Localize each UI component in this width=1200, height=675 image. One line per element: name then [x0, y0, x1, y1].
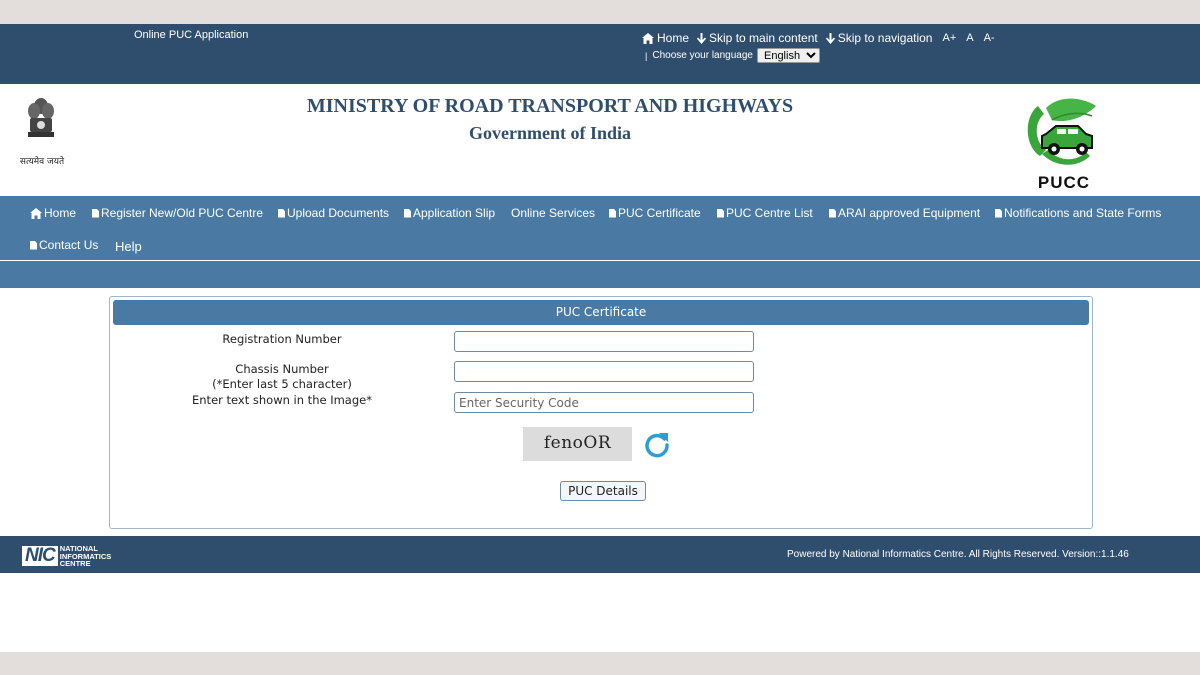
nav-register-puc-centre[interactable]: Register New/Old PUC Centre	[92, 206, 263, 220]
nav-upload-label: Upload Documents	[287, 206, 390, 220]
nav-home[interactable]: Home	[30, 206, 76, 220]
document-icon	[829, 208, 836, 218]
skip-main-link[interactable]: Skip to main content	[697, 31, 818, 45]
divider: |	[645, 50, 648, 61]
home-icon	[30, 207, 42, 219]
language-chooser: | Choose your language English	[645, 48, 820, 63]
nav-help[interactable]: Help	[115, 239, 142, 254]
powered-by-text: Powered by National Informatics Centre. …	[787, 549, 1129, 560]
document-icon	[609, 208, 616, 218]
chassis-number-label: Chassis Number	[235, 362, 329, 376]
font-decrease-button[interactable]: A-	[984, 32, 995, 44]
pucc-logo: PUCC	[1027, 98, 1096, 192]
font-normal-button[interactable]: A	[966, 32, 973, 44]
nic-name: NATIONAL INFORMATICS CENTRE	[60, 545, 112, 568]
registration-number-input[interactable]	[454, 331, 754, 352]
nic-line-3: CENTRE	[59, 559, 91, 568]
nav-online-services-label: Online Services	[511, 206, 596, 220]
top-home-link[interactable]: Home	[642, 31, 689, 45]
nav-application-slip[interactable]: Application Slip	[404, 206, 495, 220]
emblem-caption: सत्यमेव जयते	[19, 157, 65, 167]
nav-home-label: Home	[44, 206, 77, 220]
site-header: सत्यमेव जयते MINISTRY OF ROAD TRANSPORT …	[0, 84, 1200, 196]
main-nav: Home Register New/Old PUC Centre Upload …	[0, 196, 1200, 260]
nav-puc-centre-list[interactable]: PUC Centre List	[717, 206, 813, 220]
government-title: Government of India	[469, 123, 631, 143]
site-footer: NIC NATIONAL INFORMATICS CENTRE Powered …	[0, 536, 1200, 573]
nic-logo: NIC NATIONAL INFORMATICS CENTRE	[22, 545, 111, 568]
captcha-image: fenoOR	[523, 427, 632, 461]
sub-bar	[0, 261, 1200, 288]
document-icon	[92, 208, 99, 218]
app-title: Online PUC Application	[134, 29, 249, 41]
puc-certificate-form: PUC Certificate Registration Number Chas…	[109, 296, 1093, 529]
nav-online-services[interactable]: Online Services	[511, 206, 595, 220]
document-icon	[717, 208, 724, 218]
nav-notifications-state-forms[interactable]: Notifications and State Forms	[995, 206, 1161, 220]
chassis-number-input[interactable]	[454, 361, 754, 382]
language-label: Choose your language	[652, 50, 753, 61]
skip-nav-link[interactable]: Skip to navigation	[825, 31, 933, 45]
nav-upload-documents[interactable]: Upload Documents	[278, 206, 389, 220]
arrow-down-icon	[825, 32, 835, 44]
svg-text:PUCC: PUCC	[1038, 173, 1090, 192]
document-icon	[995, 208, 1002, 218]
puc-details-button[interactable]: PUC Details	[560, 481, 646, 501]
document-icon	[404, 208, 411, 218]
language-select[interactable]: English	[756, 48, 820, 63]
font-increase-button[interactable]: A+	[942, 32, 956, 44]
accessibility-links: Home Skip to main content Skip to naviga…	[642, 31, 995, 45]
nav-register-label: Register New/Old PUC Centre	[101, 206, 264, 220]
nav-application-slip-label: Application Slip	[413, 206, 496, 220]
document-icon	[30, 240, 37, 250]
refresh-captcha-icon[interactable]	[642, 429, 672, 459]
nic-badge: NIC	[22, 546, 58, 567]
nav-puc-certificate-label: PUC Certificate	[618, 206, 701, 220]
skip-main-label: Skip to main content	[709, 31, 818, 45]
top-home-label: Home	[657, 31, 690, 45]
chassis-number-hint: (*Enter last 5 character)	[212, 377, 352, 391]
form-title: PUC Certificate	[113, 300, 1089, 325]
nav-contact-us[interactable]: Contact Us	[30, 238, 98, 252]
nav-notifications-label: Notifications and State Forms	[1004, 206, 1162, 220]
document-icon	[278, 208, 285, 218]
nav-contact-label: Contact Us	[39, 238, 99, 252]
ministry-title: MINISTRY OF ROAD TRANSPORT AND HIGHWAYS	[306, 95, 794, 117]
skip-nav-label: Skip to navigation	[837, 31, 933, 45]
nav-puc-certificate[interactable]: PUC Certificate	[609, 206, 701, 220]
arrow-down-icon	[697, 32, 707, 44]
home-icon	[642, 32, 654, 44]
page: Online PUC Application Home Skip to main…	[0, 24, 1200, 652]
registration-number-label: Registration Number	[222, 332, 342, 346]
nav-arai-label: ARAI approved Equipment	[838, 206, 981, 220]
nav-arai-equipment[interactable]: ARAI approved Equipment	[829, 206, 980, 220]
security-code-input[interactable]	[454, 392, 754, 413]
nav-help-label: Help	[115, 239, 142, 254]
nav-puc-centre-list-label: PUC Centre List	[726, 206, 813, 220]
security-code-label: Enter text shown in the Image*	[192, 393, 372, 407]
top-bar: Online PUC Application Home Skip to main…	[0, 24, 1200, 84]
